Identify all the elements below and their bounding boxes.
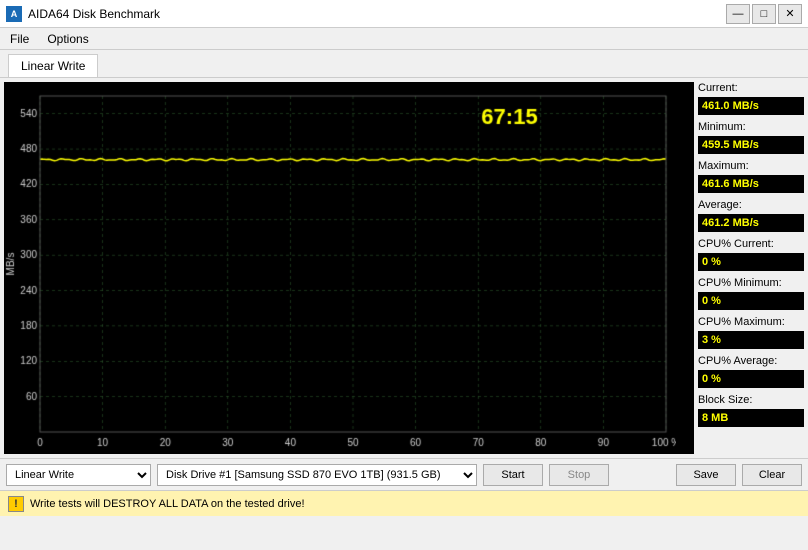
minimize-button[interactable]: — — [726, 4, 750, 24]
warning-bar: ! Write tests will DESTROY ALL DATA on t… — [0, 490, 808, 516]
cpu-current-value: 0 % — [698, 253, 804, 271]
average-value: 461.2 MB/s — [698, 214, 804, 232]
cpu-average-label: CPU% Average: — [698, 355, 804, 367]
main-area: Current: 461.0 MB/s Minimum: 459.5 MB/s … — [0, 78, 808, 458]
warning-icon: ! — [8, 496, 24, 512]
start-button[interactable]: Start — [483, 464, 543, 486]
maximum-value: 461.6 MB/s — [698, 175, 804, 193]
stop-button[interactable]: Stop — [549, 464, 609, 486]
close-button[interactable]: ✕ — [778, 4, 802, 24]
maximum-label: Maximum: — [698, 160, 804, 172]
cpu-maximum-value: 3 % — [698, 331, 804, 349]
cpu-minimum-label: CPU% Minimum: — [698, 277, 804, 289]
cpu-maximum-label: CPU% Maximum: — [698, 316, 804, 328]
menu-file[interactable]: File — [6, 30, 33, 48]
clear-button[interactable]: Clear — [742, 464, 802, 486]
cpu-average-value: 0 % — [698, 370, 804, 388]
current-value: 461.0 MB/s — [698, 97, 804, 115]
menu-options[interactable]: Options — [43, 30, 92, 48]
app-icon: A — [6, 6, 22, 22]
maximize-button[interactable]: □ — [752, 4, 776, 24]
average-label: Average: — [698, 199, 804, 211]
minimum-value: 459.5 MB/s — [698, 136, 804, 154]
cpu-minimum-value: 0 % — [698, 292, 804, 310]
chart-area — [4, 82, 694, 454]
tab-linear-write[interactable]: Linear Write — [8, 54, 98, 77]
test-select[interactable]: Linear Write Linear Read Random Write Ra… — [6, 464, 151, 486]
window-title: AIDA64 Disk Benchmark — [28, 7, 160, 21]
cpu-current-label: CPU% Current: — [698, 238, 804, 250]
save-button[interactable]: Save — [676, 464, 736, 486]
warning-text: Write tests will DESTROY ALL DATA on the… — [30, 498, 305, 510]
minimum-label: Minimum: — [698, 121, 804, 133]
block-size-label: Block Size: — [698, 394, 804, 406]
menu-bar: File Options — [0, 28, 808, 50]
block-size-value: 8 MB — [698, 409, 804, 427]
bottom-controls: Linear Write Linear Read Random Write Ra… — [0, 458, 808, 490]
current-label: Current: — [698, 82, 804, 94]
stats-panel: Current: 461.0 MB/s Minimum: 459.5 MB/s … — [698, 78, 808, 458]
drive-select[interactable]: Disk Drive #1 [Samsung SSD 870 EVO 1TB] … — [157, 464, 477, 486]
tab-bar: Linear Write — [0, 50, 808, 78]
window-controls: — □ ✕ — [726, 4, 802, 24]
title-bar: A AIDA64 Disk Benchmark — □ ✕ — [0, 0, 808, 28]
